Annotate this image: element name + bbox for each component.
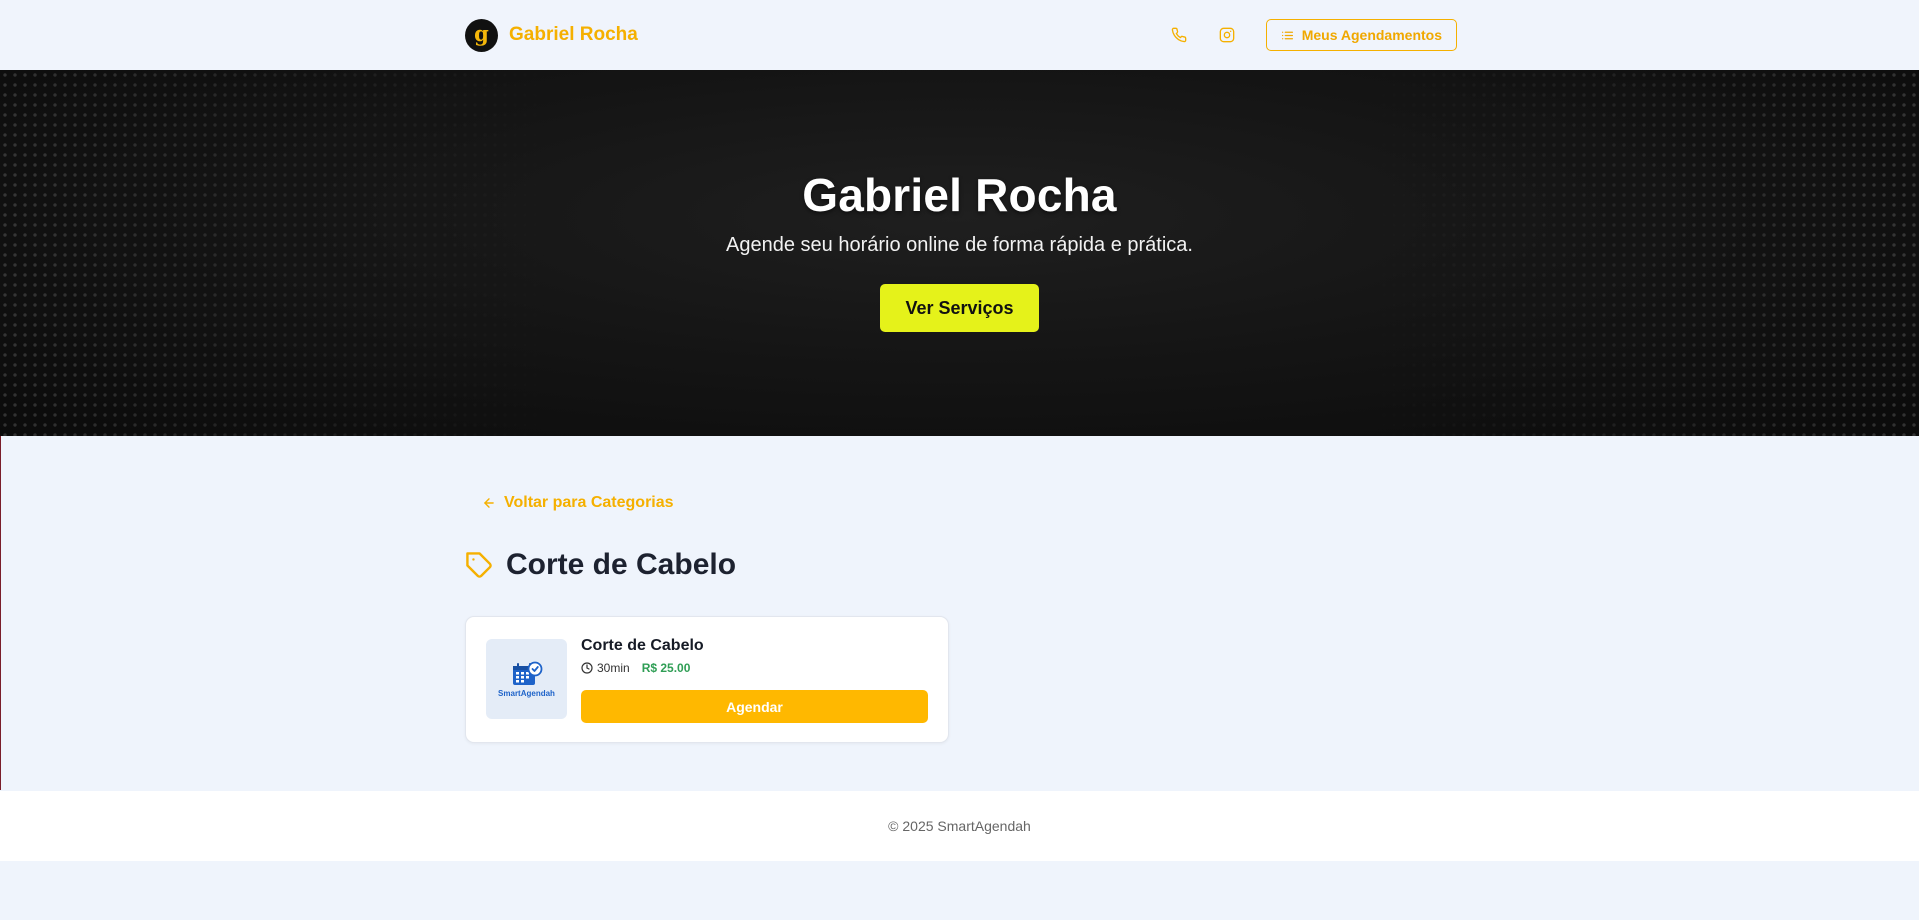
instagram-icon [1219, 27, 1235, 43]
clock-icon [581, 662, 593, 674]
hero-subtitle: Agende seu horário online de forma rápid… [726, 234, 1193, 256]
category-heading: Corte de Cabelo [465, 548, 736, 582]
phone-icon [1171, 27, 1187, 43]
footer-copyright: © 2025 SmartAgendah [888, 818, 1031, 834]
brand[interactable]: g Gabriel Rocha [465, 18, 638, 52]
brand-logo: g [465, 18, 498, 52]
header-actions: Meus Agendamentos [1164, 19, 1457, 51]
service-price: R$ 25.00 [641, 661, 691, 675]
book-service-button[interactable]: Agendar [581, 690, 928, 723]
service-thumbnail: SmartAgendah [486, 639, 567, 719]
page-footer: © 2025 SmartAgendah [0, 791, 1919, 861]
back-to-categories-link[interactable]: Voltar para Categorias [482, 494, 674, 512]
service-thumbnail-logo-text: SmartAgendah [498, 688, 555, 698]
hero-title: Gabriel Rocha [802, 169, 1117, 221]
category-title: Corte de Cabelo [506, 548, 737, 581]
list-icon [1281, 31, 1293, 39]
instagram-button[interactable] [1212, 20, 1242, 50]
view-services-button[interactable]: Ver Serviços [880, 284, 1039, 332]
back-to-categories-label: Voltar para Categorias [504, 494, 674, 511]
service-name: Corte de Cabelo [581, 637, 704, 654]
service-duration: 30min [597, 661, 630, 675]
service-card: SmartAgendah Corte de Cabelo 30min R$ 25… [465, 616, 949, 743]
my-appointments-button[interactable]: Meus Agendamentos [1265, 19, 1457, 51]
arrow-left-icon [484, 498, 494, 508]
top-navbar: g Gabriel Rocha Meus Agendamentos [0, 0, 1919, 70]
hero-banner: Gabriel Rocha Agende seu horário online … [0, 70, 1919, 436]
phone-button[interactable] [1164, 20, 1194, 50]
tag-icon [466, 551, 492, 578]
service-meta: 30min R$ 25.00 [581, 661, 690, 675]
calendar-clock-icon [512, 661, 542, 685]
navbar-container: g Gabriel Rocha Meus Agendamentos [465, 0, 1457, 70]
brand-name: Gabriel Rocha [509, 24, 638, 45]
hero-content: Gabriel Rocha Agende seu horário online … [0, 70, 1919, 332]
my-appointments-label: Meus Agendamentos [1301, 27, 1442, 43]
brand-logo-letter: g [474, 21, 489, 46]
